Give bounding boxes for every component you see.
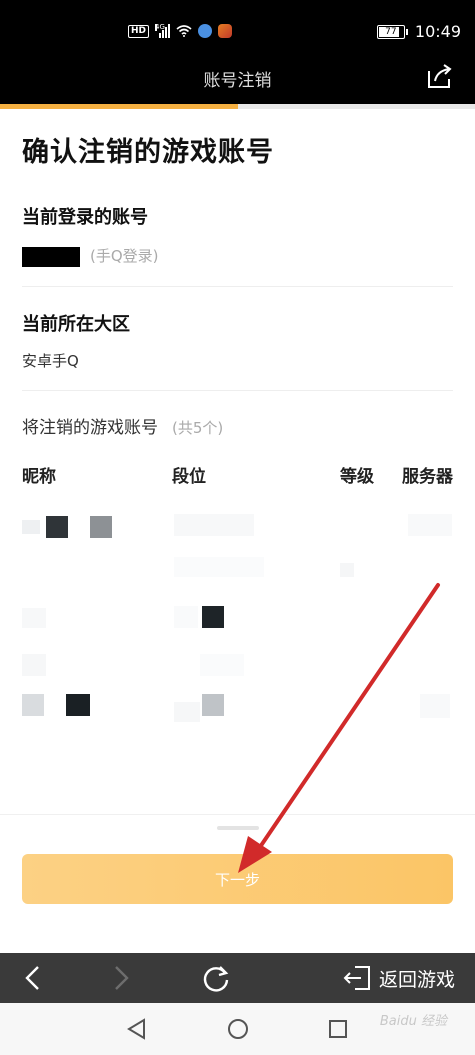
network-type: 4G <box>155 23 165 31</box>
next-step-button[interactable]: 下一步 <box>22 854 453 904</box>
share-icon[interactable] <box>425 62 453 90</box>
current-account-value: (手Q登录) <box>22 245 159 267</box>
status-left: HD 4G <box>128 23 233 38</box>
return-to-game-button[interactable]: 返回游戏 <box>343 953 455 1003</box>
status-right: 77 10:49 <box>376 22 461 41</box>
battery-icon: 77 <box>376 24 408 39</box>
accounts-count: (共5个) <box>172 419 224 437</box>
table-row <box>22 650 452 680</box>
signal-icon: 4G <box>155 23 171 38</box>
refresh-button[interactable] <box>196 953 236 1003</box>
current-account-label: 当前登录的账号 <box>22 207 148 228</box>
table-row <box>22 604 452 634</box>
forward-button[interactable] <box>104 953 140 1003</box>
refresh-icon <box>203 966 229 992</box>
nav-back-icon[interactable] <box>124 1016 150 1042</box>
divider <box>0 814 475 815</box>
nav-recent-icon[interactable] <box>325 1016 351 1042</box>
table-row <box>22 555 452 585</box>
page-title: 确认注销的游戏账号 <box>22 137 274 168</box>
watermark: Baidu 经验 <box>379 1014 447 1029</box>
return-to-game-label: 返回游戏 <box>378 968 455 991</box>
game-app-icon <box>218 24 233 38</box>
chevron-right-icon <box>115 966 129 990</box>
redacted-account <box>22 246 80 267</box>
header-title: 账号注销 <box>203 71 272 91</box>
back-button[interactable] <box>14 953 50 1003</box>
browser-toolbar: 返回游戏 <box>0 953 475 1003</box>
table-row <box>22 510 452 540</box>
column-header-server: 服务器 <box>402 467 453 487</box>
table-row <box>22 694 452 724</box>
hd-badge: HD <box>128 24 150 38</box>
current-region-label: 当前所在大区 <box>22 314 130 335</box>
app-header: 账号注销 <box>0 62 475 104</box>
divider <box>22 390 453 391</box>
nav-home-icon[interactable] <box>225 1016 251 1042</box>
login-method-hint: (手Q登录) <box>90 247 159 265</box>
clock: 10:49 <box>414 22 461 41</box>
wifi-icon <box>176 25 192 37</box>
accounts-label: 将注销的游戏账号 <box>22 418 158 438</box>
current-region-value: 安卓手Q <box>22 352 79 370</box>
step-progress-fill <box>0 104 238 109</box>
column-header-level: 等级 <box>340 467 374 487</box>
column-header-nickname: 昵称 <box>22 467 56 487</box>
battery-level: 77 <box>385 26 397 37</box>
chevron-left-icon <box>25 966 39 990</box>
divider <box>22 286 453 287</box>
step-progress <box>0 104 475 109</box>
browser-app-icon <box>198 24 213 38</box>
status-bar: HD 4G 77 10:49 <box>0 0 475 62</box>
exit-icon <box>343 966 370 990</box>
column-header-rank: 段位 <box>172 467 206 487</box>
scroll-indicator <box>217 826 259 830</box>
accounts-section-label: 将注销的游戏账号 (共5个) <box>22 413 223 438</box>
